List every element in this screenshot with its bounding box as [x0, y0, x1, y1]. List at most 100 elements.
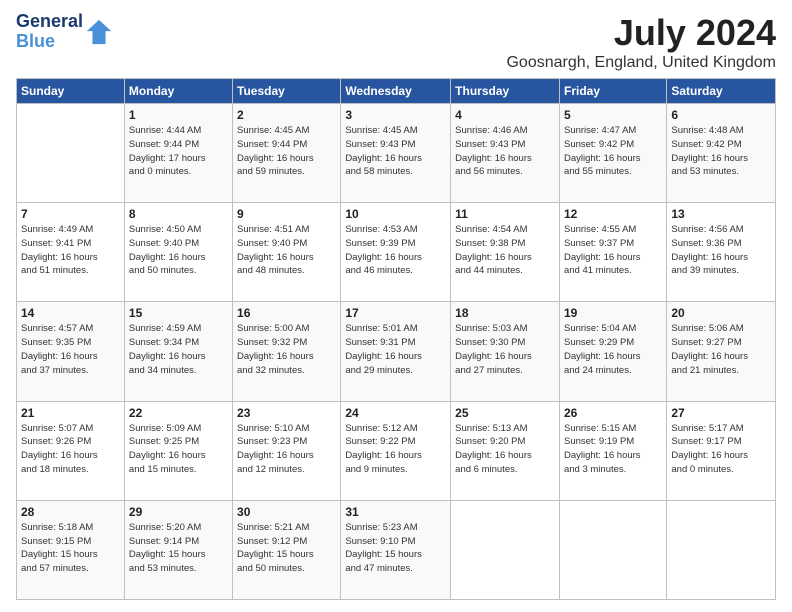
day-number: 23 — [237, 406, 336, 420]
day-number: 1 — [129, 108, 228, 122]
week-row-1: 7 Sunrise: 4:49 AM Sunset: 9:41 PM Daylig… — [17, 203, 776, 302]
location: Goosnargh, England, United Kingdom — [506, 54, 776, 72]
month-title: July 2024 — [506, 12, 776, 54]
calendar-cell: 8Sunrise: 4:50 AM Sunset: 9:40 PM Daylig… — [124, 203, 232, 302]
day-number: 13 — [671, 207, 771, 221]
day-info: Sunrise: 5:18 AM Sunset: 9:15 PM Dayligh… — [21, 521, 120, 576]
calendar-cell — [451, 500, 560, 599]
day-info: Sunrise: 4:47 AM Sunset: 9:42 PM Dayligh… — [564, 124, 662, 179]
day-info: Sunrise: 5:12 AM Sunset: 9:22 PM Dayligh… — [345, 422, 446, 477]
calendar-cell: 30 Sunrise: 5:21 AM Sunset: 9:12 PM Dayli… — [233, 500, 341, 599]
day-info: Sunrise: 5:23 AM Sunset: 9:10 PM Dayligh… — [345, 521, 446, 576]
calendar-cell: 24 Sunrise: 5:12 AM Sunset: 9:22 PM Dayli… — [341, 401, 451, 500]
day-info: Sunrise: 4:51 AM Sunset: 9:40 PM Dayligh… — [237, 223, 336, 278]
day-info: Sunrise: 4:55 AM Sunset: 9:37 PM Dayligh… — [564, 223, 662, 278]
day-number: 21 — [21, 406, 120, 420]
calendar-cell: 7 Sunrise: 4:49 AM Sunset: 9:41 PM Daylig… — [17, 203, 125, 302]
calendar-cell — [559, 500, 666, 599]
calendar-cell: 13 Sunrise: 4:56 AM Sunset: 9:36 PM Dayli… — [667, 203, 776, 302]
day-number: 29 — [129, 505, 228, 519]
calendar-cell: 23 Sunrise: 5:10 AM Sunset: 9:23 PM Dayli… — [233, 401, 341, 500]
col-header-saturday: Saturday — [667, 79, 776, 104]
calendar-cell — [17, 104, 125, 203]
day-number: 15 — [129, 306, 228, 320]
calendar-cell: 27 Sunrise: 5:17 AM Sunset: 9:17 PM Dayli… — [667, 401, 776, 500]
day-info: Sunrise: 5:17 AM Sunset: 9:17 PM Dayligh… — [671, 422, 771, 477]
day-number: 11 — [455, 207, 555, 221]
col-header-friday: Friday — [559, 79, 666, 104]
col-header-thursday: Thursday — [451, 79, 560, 104]
calendar-cell: 25 Sunrise: 5:13 AM Sunset: 9:20 PM Dayli… — [451, 401, 560, 500]
col-header-tuesday: Tuesday — [233, 79, 341, 104]
day-info: Sunrise: 5:10 AM Sunset: 9:23 PM Dayligh… — [237, 422, 336, 477]
day-info: Sunrise: 5:03 AM Sunset: 9:30 PM Dayligh… — [455, 322, 555, 377]
calendar-cell: 12Sunrise: 4:55 AM Sunset: 9:37 PM Dayli… — [559, 203, 666, 302]
calendar-cell: 9Sunrise: 4:51 AM Sunset: 9:40 PM Daylig… — [233, 203, 341, 302]
day-info: Sunrise: 4:50 AM Sunset: 9:40 PM Dayligh… — [129, 223, 228, 278]
calendar-cell: 31Sunrise: 5:23 AM Sunset: 9:10 PM Dayli… — [341, 500, 451, 599]
day-info: Sunrise: 4:57 AM Sunset: 9:35 PM Dayligh… — [21, 322, 120, 377]
calendar-cell: 1Sunrise: 4:44 AM Sunset: 9:44 PM Daylig… — [124, 104, 232, 203]
day-info: Sunrise: 4:45 AM Sunset: 9:44 PM Dayligh… — [237, 124, 336, 179]
day-number: 25 — [455, 406, 555, 420]
day-info: Sunrise: 5:15 AM Sunset: 9:19 PM Dayligh… — [564, 422, 662, 477]
day-number: 30 — [237, 505, 336, 519]
day-info: Sunrise: 5:00 AM Sunset: 9:32 PM Dayligh… — [237, 322, 336, 377]
day-info: Sunrise: 4:48 AM Sunset: 9:42 PM Dayligh… — [671, 124, 771, 179]
day-number: 24 — [345, 406, 446, 420]
day-info: Sunrise: 5:20 AM Sunset: 9:14 PM Dayligh… — [129, 521, 228, 576]
day-number: 2 — [237, 108, 336, 122]
day-info: Sunrise: 4:53 AM Sunset: 9:39 PM Dayligh… — [345, 223, 446, 278]
col-header-wednesday: Wednesday — [341, 79, 451, 104]
calendar-cell: 11 Sunrise: 4:54 AM Sunset: 9:38 PM Dayli… — [451, 203, 560, 302]
calendar-cell: 29 Sunrise: 5:20 AM Sunset: 9:14 PM Dayli… — [124, 500, 232, 599]
day-number: 7 — [21, 207, 120, 221]
day-info: Sunrise: 5:01 AM Sunset: 9:31 PM Dayligh… — [345, 322, 446, 377]
day-number: 28 — [21, 505, 120, 519]
week-row-4: 28 Sunrise: 5:18 AM Sunset: 9:15 PM Dayli… — [17, 500, 776, 599]
day-info: Sunrise: 5:06 AM Sunset: 9:27 PM Dayligh… — [671, 322, 771, 377]
calendar-cell: 16 Sunrise: 5:00 AM Sunset: 9:32 PM Dayli… — [233, 302, 341, 401]
day-number: 4 — [455, 108, 555, 122]
calendar-table: SundayMondayTuesdayWednesdayThursdayFrid… — [16, 78, 776, 600]
header-row: SundayMondayTuesdayWednesdayThursdayFrid… — [17, 79, 776, 104]
calendar-cell: 14 Sunrise: 4:57 AM Sunset: 9:35 PM Dayli… — [17, 302, 125, 401]
day-number: 3 — [345, 108, 446, 122]
calendar-cell: 21 Sunrise: 5:07 AM Sunset: 9:26 PM Dayli… — [17, 401, 125, 500]
day-number: 19 — [564, 306, 662, 320]
calendar-cell: 22Sunrise: 5:09 AM Sunset: 9:25 PM Dayli… — [124, 401, 232, 500]
day-number: 17 — [345, 306, 446, 320]
calendar-cell: 4 Sunrise: 4:46 AM Sunset: 9:43 PM Daylig… — [451, 104, 560, 203]
day-info: Sunrise: 5:13 AM Sunset: 9:20 PM Dayligh… — [455, 422, 555, 477]
day-number: 16 — [237, 306, 336, 320]
calendar-cell: 19 Sunrise: 5:04 AM Sunset: 9:29 PM Dayli… — [559, 302, 666, 401]
day-info: Sunrise: 4:49 AM Sunset: 9:41 PM Dayligh… — [21, 223, 120, 278]
col-header-monday: Monday — [124, 79, 232, 104]
day-info: Sunrise: 4:56 AM Sunset: 9:36 PM Dayligh… — [671, 223, 771, 278]
title-block: July 2024 Goosnargh, England, United Kin… — [506, 12, 776, 72]
week-row-2: 14 Sunrise: 4:57 AM Sunset: 9:35 PM Dayli… — [17, 302, 776, 401]
day-info: Sunrise: 4:45 AM Sunset: 9:43 PM Dayligh… — [345, 124, 446, 179]
day-info: Sunrise: 4:46 AM Sunset: 9:43 PM Dayligh… — [455, 124, 555, 179]
calendar-cell: 26 Sunrise: 5:15 AM Sunset: 9:19 PM Dayli… — [559, 401, 666, 500]
calendar-cell: 28 Sunrise: 5:18 AM Sunset: 9:15 PM Dayli… — [17, 500, 125, 599]
page-header: GeneralBlue July 2024 Goosnargh, England… — [16, 12, 776, 72]
day-number: 14 — [21, 306, 120, 320]
calendar-cell: 2 Sunrise: 4:45 AM Sunset: 9:44 PM Daylig… — [233, 104, 341, 203]
day-info: Sunrise: 5:07 AM Sunset: 9:26 PM Dayligh… — [21, 422, 120, 477]
day-info: Sunrise: 5:04 AM Sunset: 9:29 PM Dayligh… — [564, 322, 662, 377]
logo-text: GeneralBlue — [16, 12, 83, 52]
day-number: 18 — [455, 306, 555, 320]
day-number: 5 — [564, 108, 662, 122]
week-row-3: 21 Sunrise: 5:07 AM Sunset: 9:26 PM Dayli… — [17, 401, 776, 500]
day-info: Sunrise: 5:21 AM Sunset: 9:12 PM Dayligh… — [237, 521, 336, 576]
col-header-sunday: Sunday — [17, 79, 125, 104]
week-row-0: 1Sunrise: 4:44 AM Sunset: 9:44 PM Daylig… — [17, 104, 776, 203]
day-number: 26 — [564, 406, 662, 420]
calendar-cell: 6Sunrise: 4:48 AM Sunset: 9:42 PM Daylig… — [667, 104, 776, 203]
calendar-cell: 20Sunrise: 5:06 AM Sunset: 9:27 PM Dayli… — [667, 302, 776, 401]
day-info: Sunrise: 4:54 AM Sunset: 9:38 PM Dayligh… — [455, 223, 555, 278]
day-number: 10 — [345, 207, 446, 221]
calendar-cell: 18 Sunrise: 5:03 AM Sunset: 9:30 PM Dayli… — [451, 302, 560, 401]
day-number: 27 — [671, 406, 771, 420]
